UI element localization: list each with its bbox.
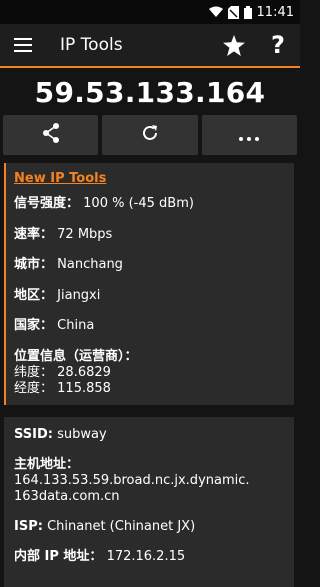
- speed-value: 72 Mbps: [57, 226, 113, 242]
- signal-label: 信号强度：: [14, 196, 80, 211]
- city-row: 城市： Nanchang: [14, 257, 286, 273]
- app-bar: IP Tools ?: [0, 24, 300, 68]
- speed-label: 速率：: [14, 226, 54, 242]
- region-row: 地区： Jiangxi: [14, 288, 286, 304]
- ssid-row: SSID: subway: [14, 427, 286, 443]
- network-info-card: SSID: subway 主机地址： 164.133.53.59.broad.n…: [4, 416, 294, 587]
- speed-row: 速率： 72 Mbps: [14, 227, 286, 243]
- city-label: 城市：: [14, 257, 54, 272]
- city-value: Nanchang: [57, 257, 123, 272]
- country-row: 国家： China: [14, 318, 286, 334]
- location-label: 位置信息（运营商）：: [14, 348, 138, 364]
- latitude-value: 28.6829: [57, 364, 111, 380]
- region-value: Jiangxi: [57, 287, 101, 303]
- share-button[interactable]: [3, 115, 99, 155]
- more-button[interactable]: [201, 115, 297, 155]
- host-row: 主机地址： 164.133.53.59.broad.nc.jx.dynamic.…: [14, 457, 286, 505]
- more-icon: [239, 126, 260, 145]
- longitude-value: 115.858: [57, 380, 111, 396]
- refresh-button[interactable]: [102, 115, 198, 155]
- ssid-value: subway: [57, 426, 107, 442]
- refresh-icon: [141, 124, 159, 146]
- wifi-icon: [208, 6, 223, 18]
- host-label: 主机地址：: [14, 456, 80, 472]
- action-buttons: [0, 115, 300, 155]
- new-ip-tools-link[interactable]: New IP Tools: [14, 171, 286, 186]
- status-time: 11:41: [256, 4, 294, 20]
- isp-row: ISP: Chinanet (Chinanet JX): [14, 519, 286, 535]
- share-icon: [42, 123, 60, 147]
- menu-icon[interactable]: [0, 24, 46, 66]
- region-label: 地区：: [14, 287, 54, 303]
- latitude-row: 纬度： 28.6829: [14, 365, 286, 381]
- star-icon[interactable]: [212, 24, 256, 66]
- internal-ip-row: 内部 IP 地址： 172.16.2.15: [14, 549, 286, 565]
- no-sim-icon: [227, 5, 239, 19]
- ssid-label: SSID:: [14, 426, 53, 442]
- app-title: IP Tools: [60, 35, 123, 55]
- longitude-row: 经度： 115.858: [14, 381, 286, 397]
- internal-ip-value: 172.16.2.15: [106, 548, 186, 564]
- location-row: 位置信息（运营商）：: [14, 349, 286, 365]
- ip-info-card: New IP Tools 信号强度： 100 % (-45 dBm) 速率： 7…: [4, 163, 294, 405]
- isp-value: Chinanet (Chinanet JX): [47, 518, 196, 534]
- isp-label: ISP:: [14, 518, 43, 534]
- status-bar: 11:41: [0, 0, 300, 24]
- host-value: 164.133.53.59.broad.nc.jx.dynamic. 163da…: [14, 472, 250, 504]
- ip-address: 59.53.133.164: [34, 76, 266, 109]
- signal-value: 100 % (-45 dBm): [83, 196, 194, 211]
- longitude-label: 经度：: [14, 380, 54, 396]
- internal-ip-label: 内部 IP 地址：: [14, 548, 103, 564]
- country-label: 国家：: [14, 318, 54, 333]
- help-icon[interactable]: ?: [256, 24, 300, 66]
- latitude-label: 纬度：: [14, 364, 54, 380]
- battery-icon: [243, 5, 252, 19]
- country-value: China: [57, 318, 95, 333]
- signal-row: 信号强度： 100 % (-45 dBm): [14, 196, 286, 212]
